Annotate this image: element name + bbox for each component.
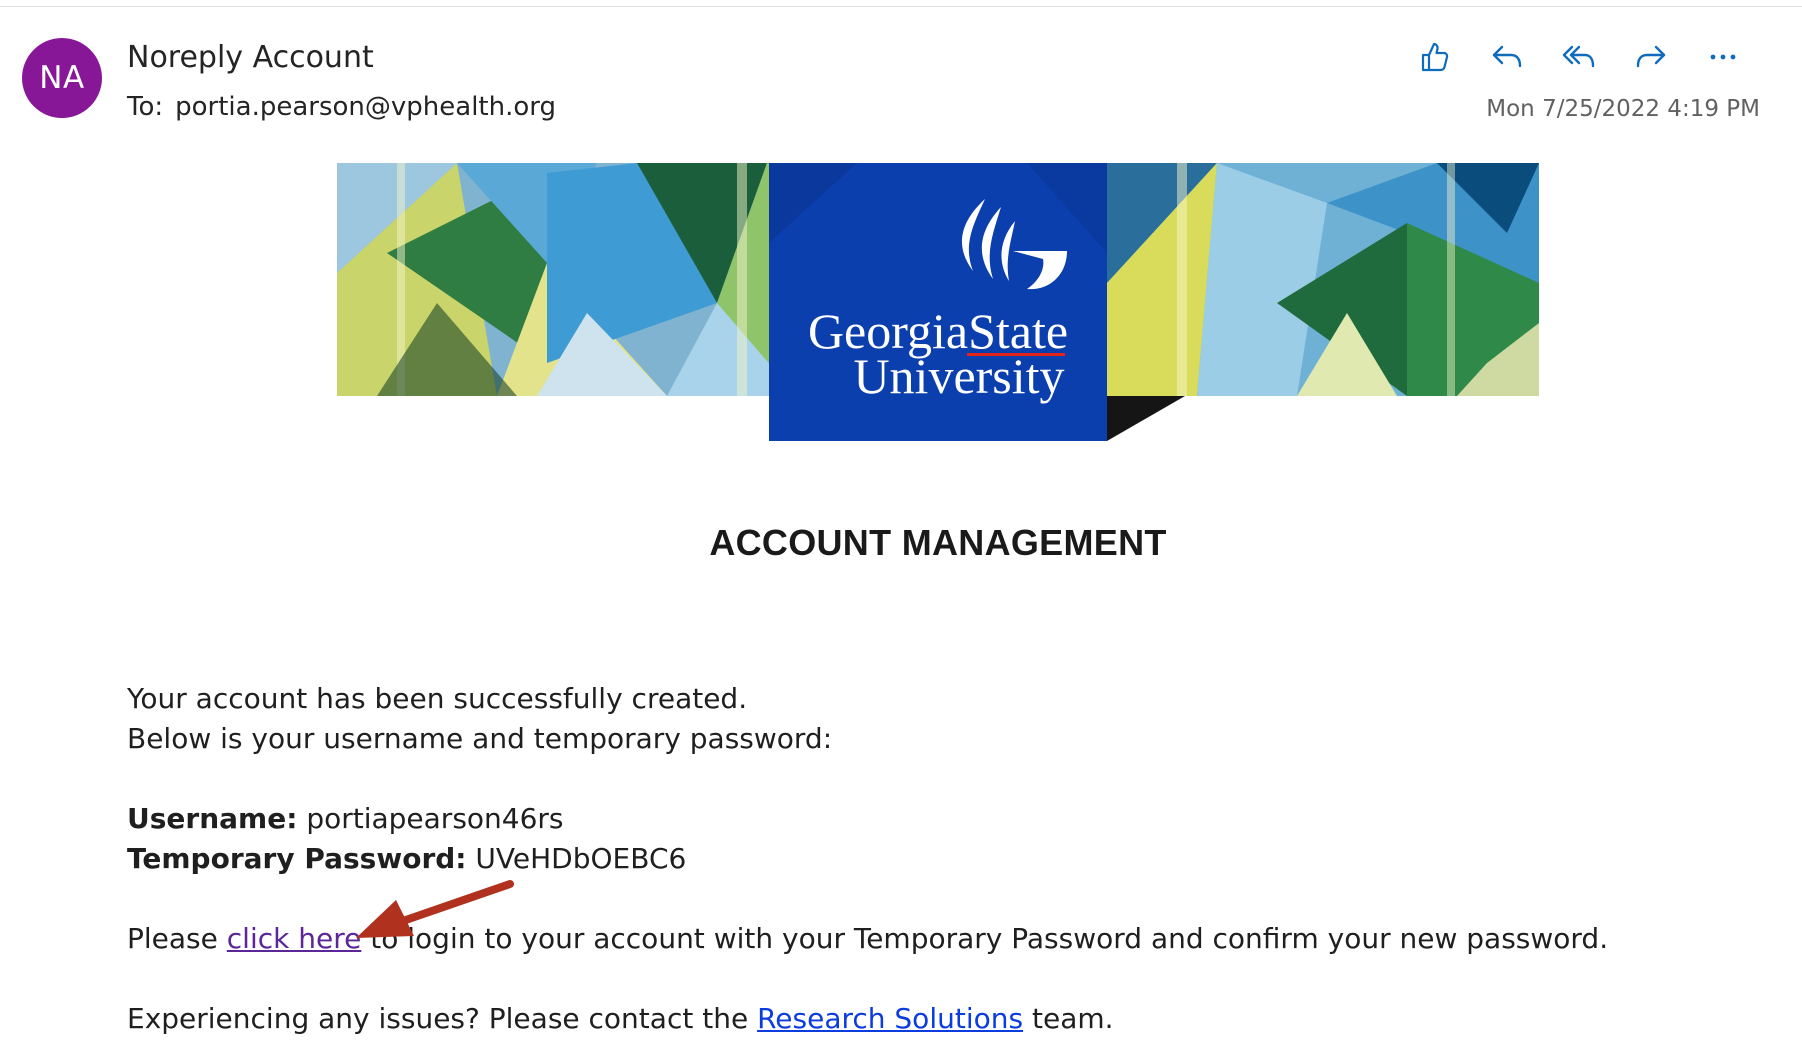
login-instruction: Please click here to login to your accou…: [127, 922, 1608, 955]
sender-avatar[interactable]: NA: [22, 38, 102, 118]
more-horizontal-icon: [1710, 54, 1736, 60]
password-value[interactable]: UVeHDbOEBC6: [475, 842, 686, 875]
login-suffix: to login to your account with your Tempo…: [370, 922, 1609, 955]
support-suffix: team.: [1031, 1002, 1114, 1035]
sender-name[interactable]: Noreply Account: [127, 40, 374, 75]
reply-icon: [1492, 45, 1522, 68]
recipient-address[interactable]: portia.pearson@vphealth.org: [175, 92, 556, 122]
message-toolbar: [1414, 36, 1744, 78]
reply-button[interactable]: [1486, 36, 1528, 78]
like-button[interactable]: [1414, 36, 1456, 78]
recipient-line: To: portia.pearson@vphealth.org: [127, 92, 556, 122]
annotation-arrow: [356, 880, 514, 938]
logo-line-2: University: [853, 348, 1064, 404]
body-line-1: Your account has been successfully creat…: [127, 682, 748, 715]
forward-icon: [1636, 45, 1666, 68]
thumbs-up-icon: [1421, 42, 1449, 72]
username-value[interactable]: portiapearson46rs: [306, 802, 563, 835]
support-prefix: Experiencing any issues? Please contact …: [127, 1002, 749, 1035]
research-solutions-link[interactable]: Research Solutions: [757, 1002, 1023, 1035]
password-label: Temporary Password:: [127, 842, 467, 875]
support-line: Experiencing any issues? Please contact …: [127, 1002, 1114, 1035]
username-row: Username: portiapearson46rs: [127, 802, 564, 835]
received-timestamp: Mon 7/25/2022 4:19 PM: [1486, 96, 1760, 122]
top-divider: [0, 0, 1802, 7]
username-label: Username:: [127, 802, 298, 835]
reply-all-icon: [1562, 45, 1595, 68]
to-label: To:: [127, 92, 164, 122]
email-heading: ACCOUNT MANAGEMENT: [709, 522, 1167, 563]
password-row: Temporary Password: UVeHDbOEBC6: [127, 842, 686, 875]
university-banner: GeorgiaState University: [337, 163, 1539, 443]
login-prefix: Please: [127, 922, 218, 955]
more-actions-button[interactable]: [1702, 36, 1744, 78]
reply-all-button[interactable]: [1558, 36, 1600, 78]
body-line-2: Below is your username and temporary pas…: [127, 722, 833, 755]
forward-button[interactable]: [1630, 36, 1672, 78]
click-here-link[interactable]: click here: [227, 922, 362, 955]
